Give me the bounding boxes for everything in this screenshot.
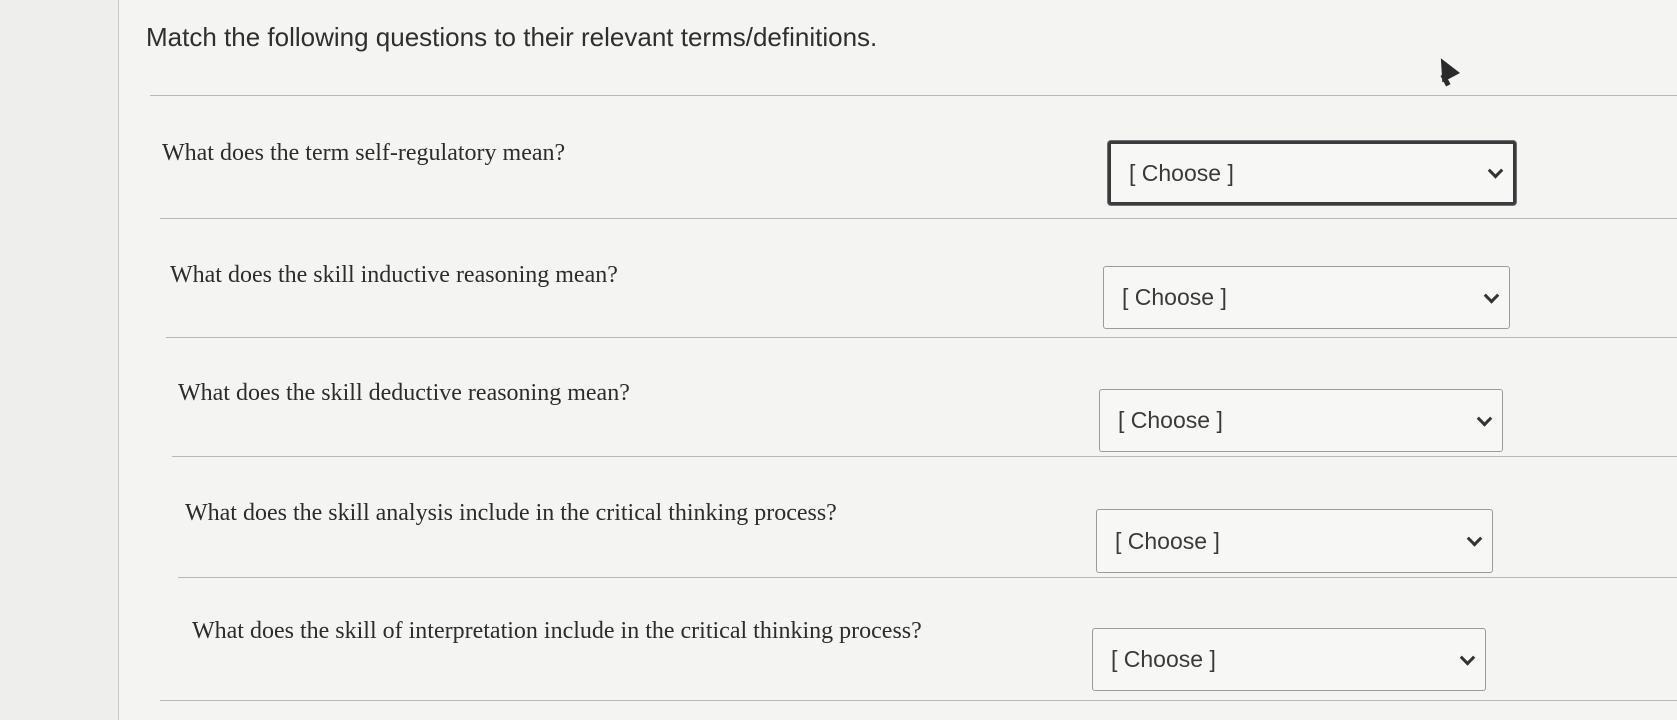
- question-2-text: What does the skill inductive reasoning …: [170, 262, 618, 288]
- question-3-text: What does the skill deductive reasoning …: [178, 380, 630, 406]
- divider: [178, 577, 1677, 578]
- question-5-answer-select[interactable]: [ Choose ]: [1092, 628, 1486, 691]
- divider: [150, 95, 1677, 96]
- question-1-answer-select[interactable]: [ Choose ]: [1108, 141, 1516, 205]
- question-2-answer-select[interactable]: [ Choose ]: [1103, 266, 1510, 329]
- question-5-text: What does the skill of interpretation in…: [192, 618, 922, 644]
- select-value: [ Choose ]: [1122, 284, 1227, 310]
- question-3-answer-select[interactable]: [ Choose ]: [1099, 389, 1503, 452]
- divider: [160, 700, 1677, 701]
- question-instructions: Match the following questions to their r…: [146, 22, 878, 52]
- chevron-down-icon: [1459, 649, 1476, 666]
- divider: [160, 218, 1677, 219]
- chevron-down-icon: [1466, 531, 1483, 547]
- question-4-text: What does the skill analysis include in …: [185, 500, 837, 526]
- quiz-question-panel: [118, 0, 1677, 720]
- chevron-down-icon: [1487, 163, 1504, 179]
- chevron-down-icon: [1483, 287, 1500, 304]
- select-value: [ Choose ]: [1129, 159, 1234, 186]
- question-1-text: What does the term self-regulatory mean?: [162, 140, 566, 166]
- select-value: [ Choose ]: [1118, 407, 1223, 433]
- select-value: [ Choose ]: [1115, 527, 1220, 554]
- question-4-answer-select[interactable]: [ Choose ]: [1096, 509, 1493, 573]
- divider: [172, 456, 1677, 457]
- divider: [166, 337, 1677, 338]
- select-value: [ Choose ]: [1111, 646, 1216, 672]
- left-margin: [0, 0, 118, 720]
- chevron-down-icon: [1476, 410, 1493, 427]
